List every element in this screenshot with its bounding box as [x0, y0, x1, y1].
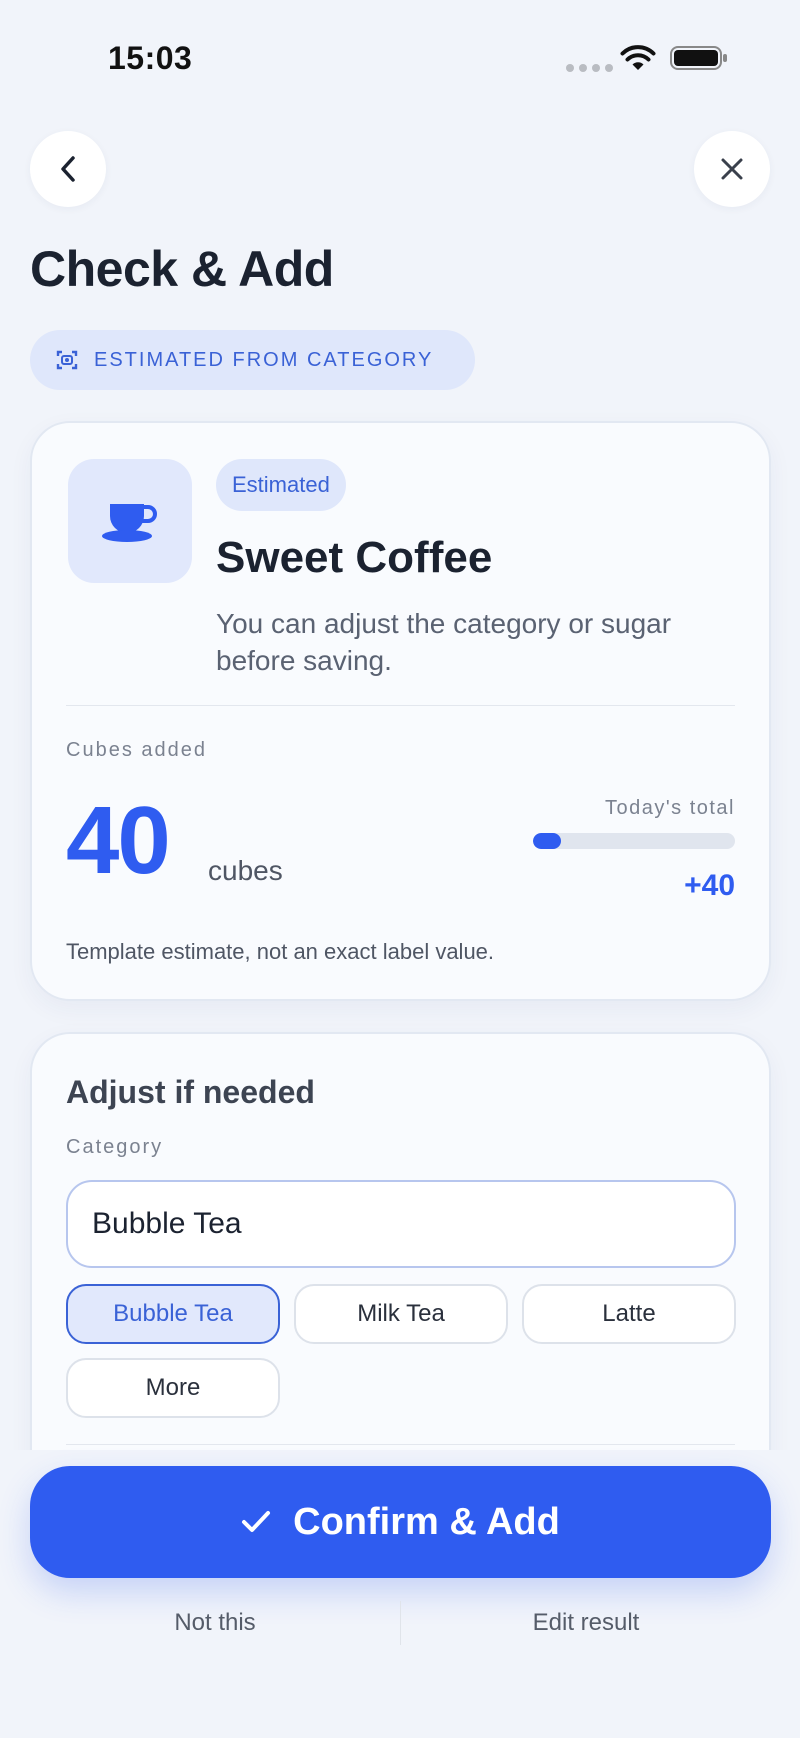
checkmark-icon — [242, 1511, 271, 1532]
cubes-added-value: 40 — [66, 787, 171, 894]
today-progress-fill — [533, 833, 562, 849]
adjust-section-title: Adjust if needed — [66, 1074, 315, 1110]
today-total-label: Today's total — [604, 797, 735, 819]
estimated-badge: Estimated — [216, 459, 346, 511]
result-card: Estimated Sweet Coffee You can adjust th… — [30, 421, 771, 1001]
not-this-button[interactable]: Not this — [30, 1609, 400, 1637]
cubes-unit: cubes — [208, 855, 283, 886]
category-chip-latte[interactable]: Latte — [522, 1284, 736, 1344]
category-chip-milk-tea[interactable]: Milk Tea — [294, 1284, 508, 1344]
confirm-add-label: Confirm & Add — [293, 1500, 560, 1543]
category-chip-more[interactable]: More — [66, 1358, 280, 1418]
today-progress-bar — [533, 833, 735, 849]
coffee-cup-icon — [102, 504, 157, 542]
close-icon — [721, 158, 743, 180]
divider — [66, 1444, 735, 1445]
category-chips: Bubble Tea Milk Tea Latte More — [66, 1284, 740, 1418]
divider — [66, 705, 735, 706]
secondary-actions: Not this Edit result — [30, 1598, 771, 1648]
item-icon-tile — [68, 459, 192, 583]
category-label: Category — [66, 1136, 164, 1158]
category-input[interactable] — [66, 1180, 736, 1268]
back-button[interactable] — [30, 131, 106, 207]
category-chip-bubble-tea[interactable]: Bubble Tea — [66, 1284, 280, 1344]
item-name: Sweet Coffee — [216, 533, 493, 582]
today-total-delta: +40 — [684, 869, 735, 902]
estimate-source-label: ESTIMATED FROM CATEGORY — [94, 348, 434, 371]
camera-scan-icon — [56, 350, 78, 370]
wifi-icon — [620, 45, 656, 70]
estimate-source-pill: ESTIMATED FROM CATEGORY — [30, 330, 475, 390]
page-title: Check & Add — [30, 241, 334, 297]
estimate-footnote: Template estimate, not an exact label va… — [66, 939, 495, 964]
status-bar: 15:03 — [0, 0, 800, 110]
battery-icon — [670, 46, 727, 70]
item-description: You can adjust the category or sugar bef… — [216, 608, 672, 676]
confirm-add-button[interactable]: Confirm & Add — [30, 1466, 771, 1578]
cubes-added-label: Cubes added — [66, 739, 207, 761]
close-button[interactable] — [694, 131, 770, 207]
edit-result-button[interactable]: Edit result — [401, 1609, 771, 1637]
status-time: 15:03 — [108, 40, 193, 76]
cellular-signal-icon — [566, 64, 613, 72]
chevron-left-icon — [61, 156, 75, 182]
